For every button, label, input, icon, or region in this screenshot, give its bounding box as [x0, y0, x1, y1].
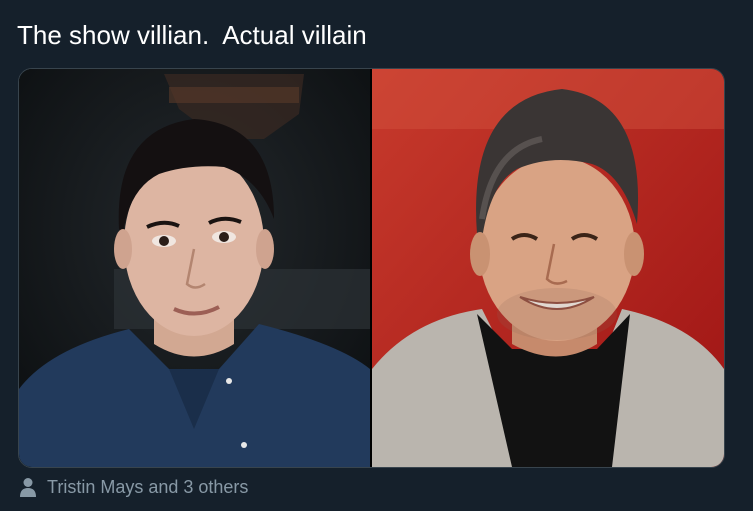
- person-icon: [19, 477, 37, 497]
- tweet-media[interactable]: [18, 68, 725, 468]
- tweet-text: The show villian. Actual villain: [17, 20, 367, 50]
- left-photo-illustration: [19, 69, 370, 467]
- tagged-users-text[interactable]: Tristin Mays and 3 others: [47, 476, 248, 498]
- right-photo[interactable]: [372, 69, 724, 467]
- tagged-users[interactable]: Tristin Mays and 3 others: [19, 476, 248, 498]
- right-photo-illustration: [372, 69, 724, 467]
- left-photo[interactable]: [19, 69, 370, 467]
